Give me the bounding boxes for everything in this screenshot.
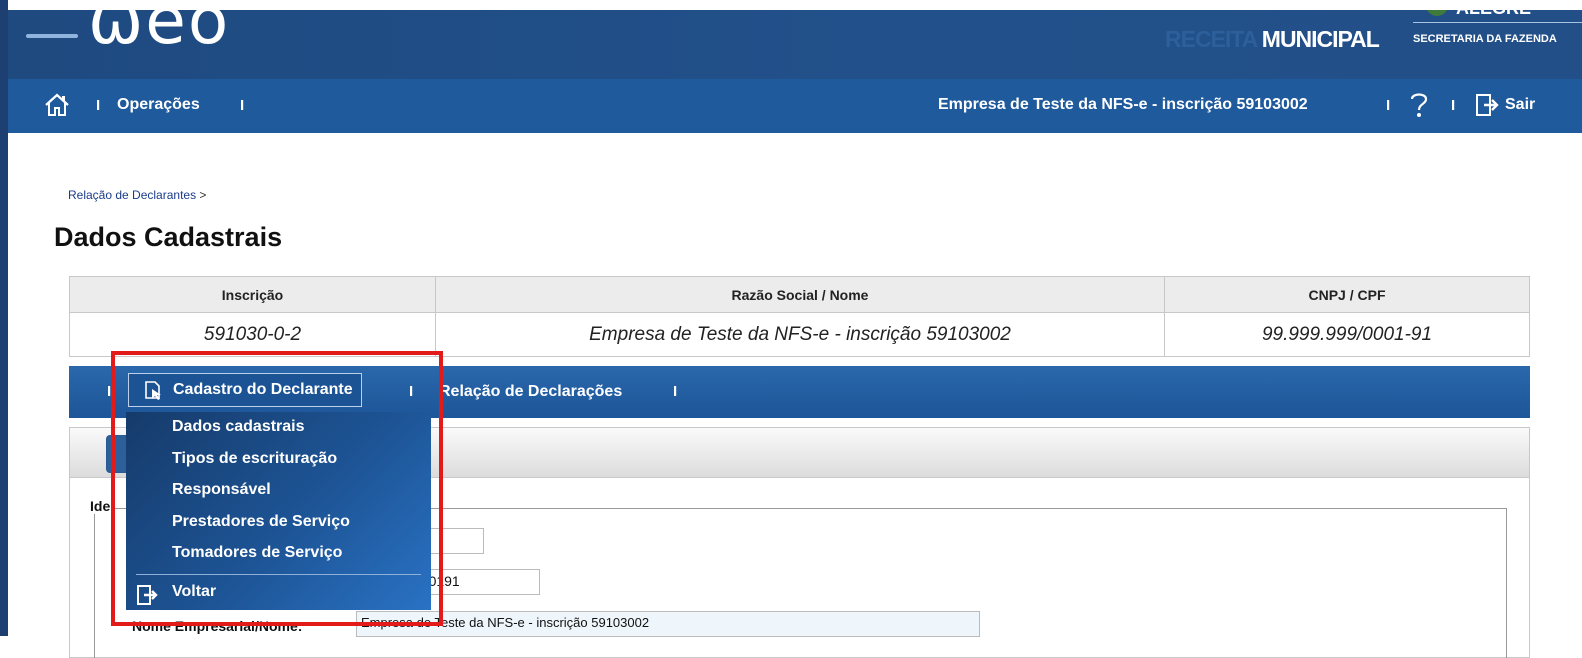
document-cursor-icon [145, 381, 161, 400]
fieldset-legend: Ide [88, 498, 113, 514]
nome-empresarial-label: Nome Empresarial/Nome: [132, 618, 303, 634]
breadcrumb-arrow: > [199, 188, 207, 202]
cell-razao-social: Empresa de Teste da NFS-e - inscrição 59… [435, 312, 1165, 357]
exit-icon [137, 585, 158, 605]
window-left-edge [0, 0, 8, 636]
operacoes-menu[interactable]: Operações [117, 96, 200, 114]
subnav-separator: I [107, 383, 112, 400]
cell-cnpj-cpf: 99.999.999/0001-91 [1164, 312, 1530, 357]
logo-text: ωeo [88, 10, 231, 59]
nav-separator: I [240, 97, 245, 114]
menu-divider [136, 574, 421, 575]
nav-separator: I [1386, 97, 1391, 114]
breadcrumb: Relação de Declarantes > [68, 188, 206, 202]
menu-item-tipos-escrituracao[interactable]: Tipos de escrituração [172, 450, 337, 468]
window-top-edge [0, 0, 1582, 10]
logo-dash [26, 34, 78, 38]
header-razao-social: Razão Social / Nome [435, 276, 1165, 313]
subnav-separator: I [409, 383, 414, 400]
relacao-declaracoes-menu[interactable]: Relação de Declarações [439, 383, 622, 401]
cadastro-dropdown-menu: Dados cadastrais Tipos de escrituração R… [126, 412, 431, 610]
table-row: 591030-0-2 Empresa de Teste da NFS-e - i… [69, 312, 1530, 357]
menu-item-voltar[interactable]: Voltar [172, 583, 216, 601]
receita-word: RECEITA [1165, 26, 1257, 52]
nav-separator: I [1451, 97, 1456, 114]
city-seal-icon [1426, 10, 1448, 16]
question-icon[interactable] [1408, 91, 1430, 119]
page-title: Dados Cadastrais [54, 222, 283, 252]
breadcrumb-link-relacao[interactable]: Relação de Declarantes [68, 188, 196, 202]
nav-separator: I [96, 97, 101, 114]
header-inscricao: Inscrição [69, 276, 436, 313]
city-name-fragment: ALEGRE [1456, 10, 1531, 19]
declarante-info-table: Inscrição Razão Social / Nome CNPJ / CPF… [69, 276, 1530, 357]
company-name: Empresa de Teste da NFS-e - inscrição 59… [938, 96, 1308, 113]
menu-item-dados-cadastrais[interactable]: Dados cadastrais [172, 418, 305, 436]
receita-municipal-logo: RECEITA MUNICIPAL [1165, 26, 1380, 53]
secretaria-divider [1413, 22, 1582, 23]
menu-item-prestadores[interactable]: Prestadores de Serviço [172, 513, 350, 531]
cell-inscricao: 591030-0-2 [69, 312, 436, 357]
cadastro-declarante-label: Cadastro do Declarante [173, 381, 353, 398]
home-icon[interactable] [44, 93, 70, 117]
table-header-row: Inscrição Razão Social / Nome CNPJ / CPF [69, 276, 1530, 313]
declarante-subnav: I Cadastro do Declarante I Relação de De… [69, 366, 1530, 418]
main-navbar: I Operações I Empresa de Teste da NFS-e … [8, 79, 1582, 133]
secretaria-label: SECRETARIA DA FAZENDA [1413, 33, 1557, 45]
menu-item-tomadores[interactable]: Tomadores de Serviço [172, 544, 342, 562]
municipal-word: MUNICIPAL [1261, 26, 1380, 52]
cadastro-declarante-menu[interactable]: Cadastro do Declarante [128, 373, 362, 407]
nome-empresarial-field[interactable]: Empresa de Teste da NFS-e - inscrição 59… [356, 611, 980, 637]
site-header: ωeo RECEITA MUNICIPAL ALEGRE SECRETARIA … [8, 10, 1582, 79]
menu-item-responsavel[interactable]: Responsável [172, 481, 271, 499]
exit-icon[interactable] [1475, 93, 1499, 117]
header-cnpj-cpf: CNPJ / CPF [1164, 276, 1530, 313]
subnav-separator: I [673, 383, 678, 400]
sair-link[interactable]: Sair [1505, 96, 1535, 114]
